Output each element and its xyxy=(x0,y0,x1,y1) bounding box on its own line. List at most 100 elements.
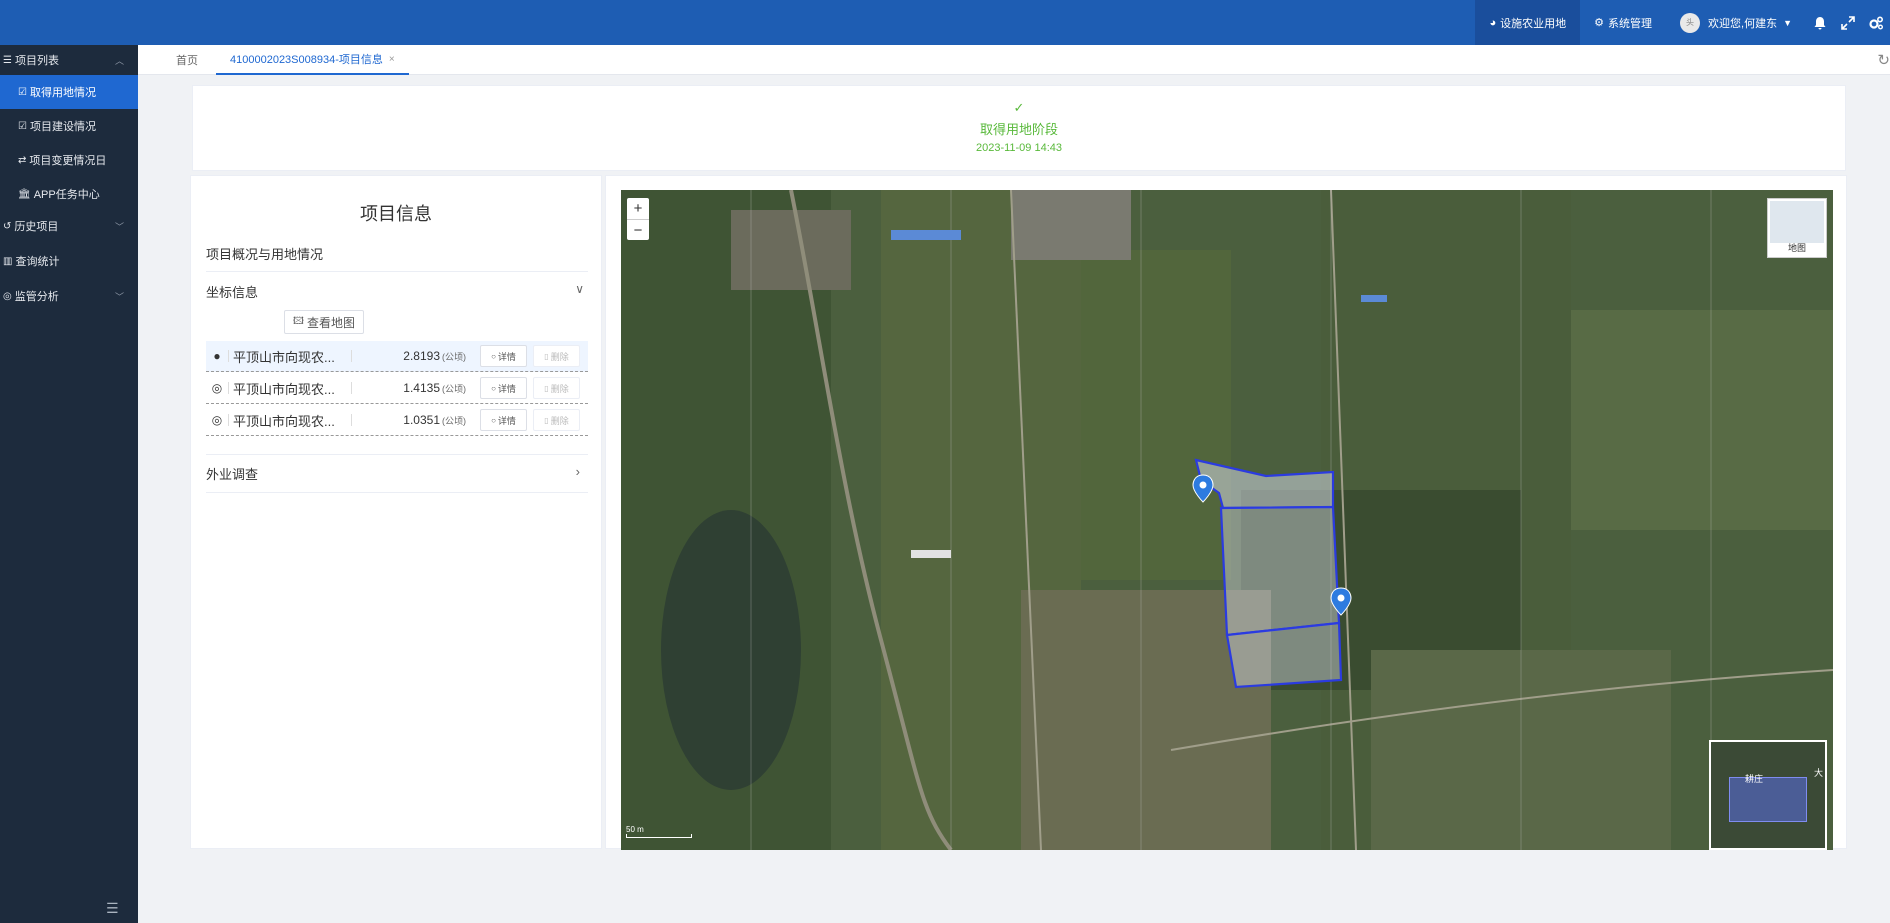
sidebar-item-construction[interactable]: ☑ 项目建设情况 xyxy=(0,109,138,143)
tab-bar: 首页 4100002023S008934-项目信息 × ↻ xyxy=(138,45,1890,75)
parcel-area: 1.0351 (公顷) xyxy=(352,413,472,427)
detail-label: 详情 xyxy=(497,351,516,362)
sidebar-group-label: 项目列表 xyxy=(14,55,59,67)
zoom-in-button[interactable]: + xyxy=(627,198,649,219)
list-item[interactable]: ● 平顶山市向现农... 2.8193 (公顷) ○ 详情 ▯ 删除 xyxy=(206,341,588,372)
sidebar: ☰ 项目列表 ︿ ☑ 取得用地情况 ☑ 项目建设情况 ⇄ 项目变更情况日 🏛 A… xyxy=(0,45,138,923)
sidebar-item-land-acquisition[interactable]: ☑ 取得用地情况 xyxy=(0,75,138,109)
refresh-icon[interactable]: ↻ xyxy=(1877,51,1890,69)
collapse-sidebar-icon[interactable]: ☰ xyxy=(106,900,119,917)
detail-button[interactable]: ○ 详情 xyxy=(480,377,527,399)
parcel-area: 2.8193 (公顷) xyxy=(352,349,472,363)
satellite-map[interactable]: + − 地图 50 m 耕庄 大 xyxy=(621,190,1833,850)
parcel-name: 平顶山市向现农... xyxy=(233,413,335,429)
settings-icon[interactable] xyxy=(1862,0,1890,45)
sidebar-item-label: 项目变更情况日 xyxy=(29,155,107,167)
nav-facility-land-label: 设施农业用地 xyxy=(1500,17,1567,30)
field-survey-label: 外业调查 xyxy=(206,467,259,482)
project-info-panel: 项目信息 项目概况与用地情况 坐标信息 ∨ 🖾 查看地图 ● 平顶山市向现农..… xyxy=(190,175,602,849)
menu-icon: ☰ xyxy=(3,54,12,66)
sidebar-group-label: 历史项目 xyxy=(14,221,59,233)
chevron-up-icon: ︿ xyxy=(114,55,124,66)
layer-switcher[interactable]: 地图 xyxy=(1767,198,1827,258)
map-panel: + − 地图 50 m 耕庄 大 xyxy=(605,175,1847,850)
tab-home[interactable]: 首页 xyxy=(176,45,198,75)
delete-button[interactable]: ▯ 删除 xyxy=(533,345,580,367)
close-icon[interactable]: × xyxy=(389,54,395,65)
avatar: 头 xyxy=(1680,12,1701,33)
zoom-control: + − xyxy=(627,198,649,240)
location-pin-icon: ● xyxy=(213,349,221,363)
top-bar: ◕ 设施农业用地 ⚙ 系统管理 头 欢迎您,何建东 ▼ xyxy=(0,0,1890,45)
trash-icon: ▯ xyxy=(544,351,549,361)
chart-icon: ▥ xyxy=(3,255,13,267)
overview-map[interactable]: 耕庄 大 xyxy=(1709,740,1827,850)
search-icon: ○ xyxy=(491,415,496,425)
sidebar-item-app-tasks[interactable]: 🏛 APP任务中心 xyxy=(0,177,138,211)
parcel-area-value: 1.0351 xyxy=(403,413,440,427)
map-thumbnail xyxy=(1770,201,1824,243)
tab-label: 4100002023S008934-项目信息 xyxy=(230,54,383,66)
detail-button[interactable]: ○ 详情 xyxy=(480,409,527,431)
sidebar-item-label: 取得用地情况 xyxy=(29,87,96,99)
image-icon: 🖾 xyxy=(293,315,304,327)
trash-icon: ▯ xyxy=(544,415,549,425)
checkbox-icon: ☑ xyxy=(18,86,27,98)
page-title: 项目信息 xyxy=(360,204,432,224)
field-survey-section[interactable]: 外业调查 › xyxy=(206,464,588,483)
unit-label: (公顷) xyxy=(442,352,466,362)
gears-icon: ⚙ xyxy=(1594,17,1605,29)
zoom-out-button[interactable]: − xyxy=(627,219,649,240)
nav-system-management[interactable]: ⚙ 系统管理 xyxy=(1580,0,1666,45)
location-outline-icon: ◎ xyxy=(211,413,223,427)
tab-label: 首页 xyxy=(176,55,198,67)
unit-label: (公顷) xyxy=(442,416,466,426)
satellite-imagery xyxy=(621,190,1833,850)
overview-extent-box xyxy=(1729,777,1807,822)
sidebar-group-label: 监管分析 xyxy=(14,291,59,303)
exchange-icon: ⇄ xyxy=(18,154,27,166)
divider xyxy=(206,454,588,455)
stage-time: 2023-11-09 14:43 xyxy=(975,142,1063,154)
user-menu[interactable]: 头 欢迎您,何建东 ▼ xyxy=(1666,0,1806,45)
sidebar-item-changes[interactable]: ⇄ 项目变更情况日 xyxy=(0,143,138,177)
trash-icon: ▯ xyxy=(544,383,549,393)
delete-button[interactable]: ▯ 删除 xyxy=(533,409,580,431)
coord-section-header[interactable]: 坐标信息 ∨ xyxy=(206,282,588,301)
coord-section-label: 坐标信息 xyxy=(206,285,259,300)
parcel-area: 1.4135 (公顷) xyxy=(352,381,472,395)
parcel-name: 平顶山市向现农... xyxy=(233,349,335,365)
delete-button[interactable]: ▯ 删除 xyxy=(533,377,580,399)
view-map-button[interactable]: 🖾 查看地图 xyxy=(284,310,364,334)
parcel-area-value: 1.4135 xyxy=(403,381,440,395)
scale-line xyxy=(626,834,692,838)
parcel-area-value: 2.8193 xyxy=(403,349,440,363)
pie-icon: ◕ xyxy=(1489,16,1497,29)
overview-label: 耕庄 xyxy=(1745,774,1764,784)
detail-label: 详情 xyxy=(497,415,516,426)
sidebar-group-project-list[interactable]: ☰ 项目列表 ︿ xyxy=(0,45,138,75)
delete-label: 删除 xyxy=(550,351,569,362)
stage-name: 取得用地阶段 xyxy=(979,122,1058,137)
view-map-label: 查看地图 xyxy=(306,315,355,330)
user-greeting: 欢迎您,何建东 xyxy=(1708,17,1778,30)
checkbox-icon: ☑ xyxy=(18,120,27,132)
sidebar-group-supervision[interactable]: ◎ 监管分析 ﹀ xyxy=(0,281,138,311)
parcel-name: 平顶山市向现农... xyxy=(233,381,335,397)
sidebar-group-statistics[interactable]: ▥ 查询统计 xyxy=(0,241,138,281)
radar-icon: ◎ xyxy=(3,290,12,302)
chevron-down-icon: ﹀ xyxy=(114,291,124,302)
list-item[interactable]: ◎ 平顶山市向现农... 1.0351 (公顷) ○ 详情 ▯ 删除 xyxy=(206,405,588,436)
delete-label: 删除 xyxy=(550,415,569,426)
scale-bar: 50 m xyxy=(626,825,692,838)
fullscreen-icon[interactable] xyxy=(1834,0,1862,45)
list-item[interactable]: ◎ 平顶山市向现农... 1.4135 (公顷) ○ 详情 ▯ 删除 xyxy=(206,373,588,404)
detail-button[interactable]: ○ 详情 xyxy=(480,345,527,367)
bell-icon[interactable] xyxy=(1806,0,1834,45)
tab-project-info[interactable]: 4100002023S008934-项目信息 × xyxy=(216,45,409,75)
sidebar-group-label: 查询统计 xyxy=(15,256,60,268)
nav-facility-land[interactable]: ◕ 设施农业用地 xyxy=(1475,0,1581,45)
sidebar-group-history[interactable]: ↺ 历史项目 ﹀ xyxy=(0,211,138,241)
overview-label: 大 xyxy=(1813,768,1823,778)
chevron-right-icon: › xyxy=(575,464,580,479)
